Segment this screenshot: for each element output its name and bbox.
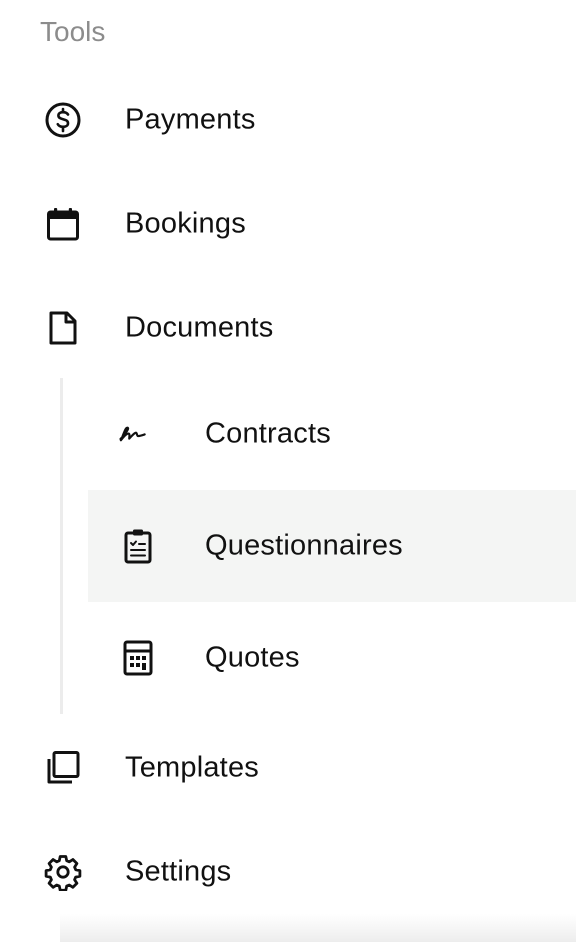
tools-section-heading: Tools <box>40 16 106 47</box>
sidebar-item-label: Bookings <box>125 207 246 240</box>
clipboard-checklist-icon <box>118 526 158 566</box>
sidebar-item-label: Documents <box>125 311 274 344</box>
sidebar-item-contracts[interactable]: Contracts <box>88 378 576 490</box>
sidebar-item-bookings[interactable]: Bookings <box>0 172 576 276</box>
sidebar-item-label: Templates <box>125 751 259 784</box>
sidebar-item-label: Quotes <box>205 641 300 674</box>
sidebar-item-documents[interactable]: Documents <box>0 276 576 380</box>
signature-icon <box>118 414 158 454</box>
bottom-fade <box>60 914 576 942</box>
sidebar-item-label: Contracts <box>205 417 331 450</box>
documents-submenu: Contracts Questionnaires Quotes <box>0 378 576 714</box>
gear-icon <box>44 853 82 891</box>
calendar-icon <box>44 205 82 243</box>
dollar-circle-icon <box>44 101 82 139</box>
sidebar-item-templates[interactable]: Templates <box>0 716 576 820</box>
calculator-icon <box>118 638 158 678</box>
submenu-rail <box>60 378 63 714</box>
sidebar-item-label: Settings <box>125 855 232 888</box>
sidebar-item-quotes[interactable]: Quotes <box>88 602 576 714</box>
sidebar-item-payments[interactable]: Payments <box>0 68 576 172</box>
tools-sidebar: Tools Payments Bookings Documents Contra… <box>0 0 576 942</box>
copy-icon <box>44 749 82 787</box>
sidebar-item-label: Payments <box>125 103 256 136</box>
sidebar-item-questionnaires[interactable]: Questionnaires <box>88 490 576 602</box>
document-icon <box>44 309 82 347</box>
sidebar-item-settings[interactable]: Settings <box>0 820 576 924</box>
sidebar-item-label: Questionnaires <box>205 529 403 562</box>
